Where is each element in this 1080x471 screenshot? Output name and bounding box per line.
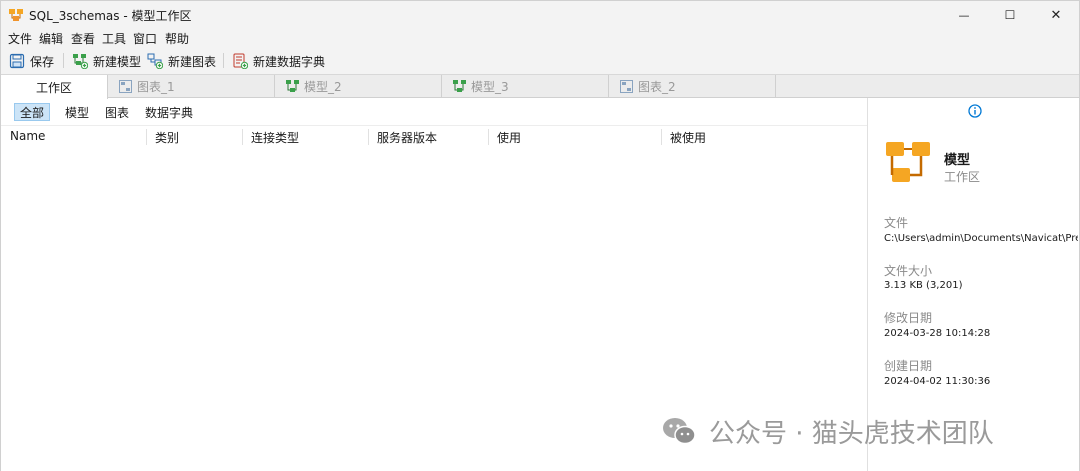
column-divider[interactable] [242,129,243,145]
window-title: SQL_3schemas - 模型工作区 [29,9,192,23]
minimize-icon: — [958,8,970,22]
file-label: 文件 [884,216,909,230]
created-date-value: 2024-04-02 11:30:36 [884,376,991,387]
toolbar-divider [223,53,224,68]
column-divider[interactable] [488,129,489,145]
info-icon[interactable] [968,104,982,118]
save-icon [9,53,25,69]
tab-diagram-2-label: 图表_2 [638,80,676,94]
tab-model-2[interactable]: 模型_2 [275,75,442,98]
tab-model-2-label: 模型_2 [304,80,342,94]
filter-diagram-label: 图表 [105,105,130,120]
filter-model-label: 模型 [65,105,90,120]
model-icon [453,80,466,92]
filter-all-label: 全部 [20,105,45,120]
tab-workspace[interactable]: 工作区 [1,75,108,99]
new-data-dictionary-label: 新建数据字典 [253,54,326,69]
column-divider[interactable] [661,129,662,145]
filter-diagram[interactable]: 图表 [100,103,134,121]
menu-view[interactable]: 查看 [71,30,95,47]
object-name: 模型 [944,153,971,168]
file-size-value: 3.13 KB (3,201) [884,280,963,291]
tab-model-3[interactable]: 模型_3 [442,75,609,98]
column-used-by[interactable]: 被使用 [670,129,706,146]
new-model-icon [73,54,88,69]
new-data-dictionary-button[interactable]: 新建数据字典 [232,51,325,71]
diagram-icon [620,80,633,93]
new-diagram-icon [147,53,163,69]
save-button[interactable]: 保存 [9,51,54,71]
maximize-icon: ☐ [1004,8,1016,22]
created-date-label: 创建日期 [884,359,933,373]
diagram-icon [119,80,132,93]
wechat-icon [663,418,696,445]
column-divider[interactable] [368,129,369,145]
close-icon: ✕ [1050,7,1062,23]
filter-all[interactable]: 全部 [14,103,51,121]
model-icon [286,80,299,92]
menu-file[interactable]: 文件 [8,30,32,47]
maximize-button[interactable]: ☐ [987,1,1033,29]
watermark-text: 公众号 · 猫头虎技术团队 [709,418,994,449]
tab-diagram-1[interactable]: 图表_1 [108,75,275,98]
filter-bar: 全部 模型 图表 数据字典 [1,98,867,124]
menu-help[interactable]: 帮助 [165,30,189,47]
watermark: 公众号 · 猫头虎技术团队 [661,411,994,451]
file-path-value: C:\Users\admin\Documents\Navicat\Prem [884,233,1078,244]
filter-data-dictionary-label: 数据字典 [145,105,194,120]
column-uses[interactable]: 使用 [497,129,521,146]
new-model-label: 新建模型 [93,54,142,69]
object-type: 工作区 [944,170,981,184]
modified-date-label: 修改日期 [884,311,933,325]
list-column-header: Name 类别 连接类型 服务器版本 使用 被使用 [1,125,867,147]
menu-edit[interactable]: 编辑 [39,30,63,47]
file-size-label: 文件大小 [884,264,933,278]
minimize-button[interactable]: — [941,1,987,29]
filter-model[interactable]: 模型 [60,103,94,121]
tab-model-3-label: 模型_3 [471,80,509,94]
toolbar: 保存 新建模型 新建图表 新建数据字典 [1,47,1079,74]
new-data-dictionary-icon [233,53,248,69]
title-bar: SQL_3schemas - 模型工作区 — ☐ ✕ [1,1,1079,29]
column-connection-type[interactable]: 连接类型 [251,129,299,146]
column-divider[interactable] [146,129,147,145]
save-label: 保存 [30,54,55,69]
menu-tools[interactable]: 工具 [102,30,126,47]
menu-bar: 文件 编辑 查看 工具 窗口 帮助 [1,29,1079,47]
tab-diagram-2[interactable]: 图表_2 [609,75,776,98]
model-workspace-icon [886,142,930,182]
close-button[interactable]: ✕ [1033,1,1079,29]
tab-bar: 工作区 图表_1 模型_2 模型_3 图表_2 [1,74,1079,99]
column-server-version[interactable]: 服务器版本 [377,129,437,146]
new-model-button[interactable]: 新建模型 [72,51,141,71]
app-window: SQL_3schemas - 模型工作区 — ☐ ✕ 文件 编辑 查看 工具 窗… [0,0,1080,471]
new-diagram-button[interactable]: 新建图表 [147,51,216,71]
column-category[interactable]: 类别 [155,129,179,146]
toolbar-divider [63,53,64,68]
app-logo-icon [9,9,23,21]
modified-date-value: 2024-03-28 10:14:28 [884,328,991,339]
menu-window[interactable]: 窗口 [133,30,157,47]
tab-workspace-label: 工作区 [35,80,72,95]
new-diagram-label: 新建图表 [168,54,217,69]
tab-diagram-1-label: 图表_1 [137,80,175,94]
filter-data-dictionary[interactable]: 数据字典 [140,103,198,121]
column-name[interactable]: Name [10,129,45,143]
